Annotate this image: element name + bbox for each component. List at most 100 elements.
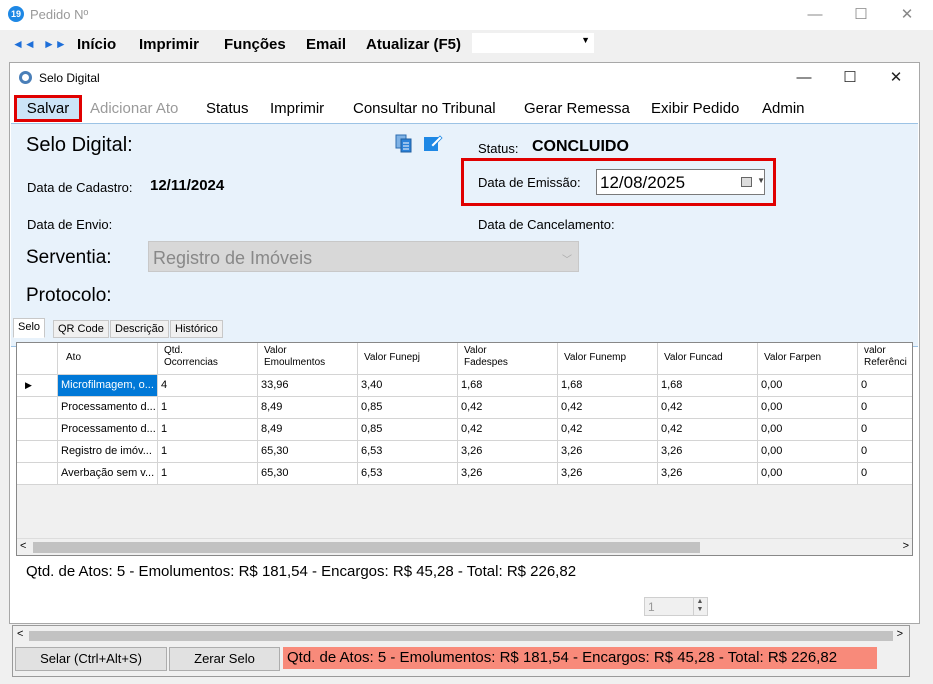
- menu-atualizar[interactable]: Atualizar (F5): [366, 36, 461, 53]
- scroll-left-icon[interactable]: <: [20, 540, 26, 552]
- page-spinner[interactable]: 1 ▲ ▼: [644, 597, 708, 616]
- grid-column-header[interactable]: Valor Farpen: [758, 343, 858, 375]
- tab-selo[interactable]: Selo: [13, 318, 46, 338]
- admin-menu[interactable]: Admin: [762, 100, 805, 117]
- serventia-select[interactable]: Registro de Imóveis ﹀: [148, 241, 579, 272]
- edit-icon[interactable]: [423, 133, 443, 153]
- row-header[interactable]: [17, 419, 58, 441]
- table-cell[interactable]: 0,00: [758, 419, 858, 441]
- selar-button[interactable]: Selar (Ctrl+Alt+S): [15, 647, 167, 671]
- nav-back-icon[interactable]: ◄◄: [12, 37, 36, 51]
- grid-horizontal-scrollbar[interactable]: < >: [17, 538, 912, 555]
- outer-combo[interactable]: ▼: [472, 33, 594, 53]
- outer-minimize-button[interactable]: —: [792, 0, 838, 30]
- table-cell[interactable]: 65,30: [258, 441, 358, 463]
- table-cell[interactable]: 0,42: [658, 419, 758, 441]
- table-cell[interactable]: 0,42: [558, 419, 658, 441]
- calendar-icon[interactable]: [741, 177, 752, 187]
- menu-imprimir[interactable]: Imprimir: [139, 36, 199, 53]
- table-cell[interactable]: Processamento d...: [58, 397, 158, 419]
- zerar-selo-button[interactable]: Zerar Selo: [169, 647, 280, 671]
- grid-column-header[interactable]: Valor Emoulmentos: [258, 343, 358, 375]
- table-cell[interactable]: 0,00: [758, 441, 858, 463]
- table-cell[interactable]: 3,26: [558, 463, 658, 485]
- grid-column-header[interactable]: Valor Fadespes: [458, 343, 558, 375]
- inner-close-button[interactable]: ✕: [873, 63, 919, 93]
- emissao-date-picker[interactable]: 12/08/2025 ▼: [596, 169, 765, 195]
- table-cell[interactable]: 0,42: [558, 397, 658, 419]
- table-cell[interactable]: 3,26: [658, 441, 758, 463]
- table-cell[interactable]: 1,68: [458, 375, 558, 397]
- row-header[interactable]: [17, 397, 58, 419]
- salvar-button[interactable]: Salvar: [14, 95, 82, 122]
- tab-descricao[interactable]: Descrição: [110, 320, 169, 338]
- table-cell[interactable]: Microfilmagem, o...: [58, 375, 158, 397]
- table-cell[interactable]: 1,68: [658, 375, 758, 397]
- row-header[interactable]: [17, 441, 58, 463]
- table-cell[interactable]: Processamento d...: [58, 419, 158, 441]
- tab-qr-code[interactable]: QR Code: [53, 320, 109, 338]
- inner-minimize-button[interactable]: —: [781, 63, 827, 93]
- inner-maximize-button[interactable]: ☐: [827, 63, 873, 93]
- row-header[interactable]: ▶: [17, 375, 58, 397]
- menu-funcoes[interactable]: Funções: [224, 36, 286, 53]
- table-cell[interactable]: 0: [858, 397, 912, 419]
- outer-maximize-button[interactable]: ☐: [838, 0, 884, 30]
- menu-email[interactable]: Email: [306, 36, 346, 53]
- grid-column-header[interactable]: Valor Funcad: [658, 343, 758, 375]
- table-cell[interactable]: 1,68: [558, 375, 658, 397]
- scroll-left-icon[interactable]: <: [17, 628, 23, 640]
- table-cell[interactable]: 0,00: [758, 375, 858, 397]
- table-cell[interactable]: 0: [858, 419, 912, 441]
- status-menu[interactable]: Status: [206, 100, 249, 117]
- table-cell[interactable]: 0,00: [758, 397, 858, 419]
- outer-close-button[interactable]: ✕: [884, 0, 930, 30]
- atos-grid[interactable]: Ato Qtd. Ocorrencias Valor Emoulmentos Valor …: [16, 342, 913, 556]
- table-cell[interactable]: 0,00: [758, 463, 858, 485]
- nav-forward-icon[interactable]: ►►: [43, 37, 67, 51]
- table-cell[interactable]: 0,42: [458, 397, 558, 419]
- table-cell[interactable]: 4: [158, 375, 258, 397]
- table-cell[interactable]: 65,30: [258, 463, 358, 485]
- table-cell[interactable]: 3,26: [458, 441, 558, 463]
- table-cell[interactable]: 0,85: [358, 419, 458, 441]
- spinner-up-down-icon[interactable]: ▲ ▼: [693, 598, 706, 615]
- consultar-tribunal-menu[interactable]: Consultar no Tribunal: [353, 100, 496, 117]
- adicionar-ato-button[interactable]: Adicionar Ato: [90, 100, 178, 117]
- scroll-thumb[interactable]: [29, 631, 893, 641]
- table-cell[interactable]: 3,26: [458, 463, 558, 485]
- tab-historico[interactable]: Histórico: [170, 320, 223, 338]
- table-cell[interactable]: 3,26: [658, 463, 758, 485]
- table-cell[interactable]: 1: [158, 463, 258, 485]
- grid-column-header[interactable]: Valor Funemp: [558, 343, 658, 375]
- grid-column-header[interactable]: Valor Funepj: [358, 343, 458, 375]
- table-cell[interactable]: 3,26: [558, 441, 658, 463]
- row-header[interactable]: [17, 463, 58, 485]
- gerar-remessa-menu[interactable]: Gerar Remessa: [524, 100, 630, 117]
- exibir-pedido-menu[interactable]: Exibir Pedido: [651, 100, 739, 117]
- table-cell[interactable]: 0,42: [658, 397, 758, 419]
- table-cell[interactable]: 8,49: [258, 419, 358, 441]
- outer-horizontal-scrollbar[interactable]: < >: [13, 627, 909, 644]
- imprimir-menu[interactable]: Imprimir: [270, 100, 324, 117]
- table-cell[interactable]: 6,53: [358, 463, 458, 485]
- grid-column-header[interactable]: valor Referênci: [858, 343, 912, 375]
- scroll-thumb[interactable]: [33, 542, 700, 553]
- grid-column-header[interactable]: Qtd. Ocorrencias: [158, 343, 258, 375]
- table-cell[interactable]: 0,42: [458, 419, 558, 441]
- table-cell[interactable]: 1: [158, 419, 258, 441]
- table-cell[interactable]: 1: [158, 441, 258, 463]
- table-cell[interactable]: 33,96: [258, 375, 358, 397]
- table-cell[interactable]: Registro de imóv...: [58, 441, 158, 463]
- table-cell[interactable]: 1: [158, 397, 258, 419]
- copy-icon[interactable]: [395, 134, 413, 154]
- table-cell[interactable]: 3,40: [358, 375, 458, 397]
- table-cell[interactable]: 8,49: [258, 397, 358, 419]
- scroll-right-icon[interactable]: >: [903, 540, 909, 552]
- table-cell[interactable]: 0: [858, 441, 912, 463]
- table-cell[interactable]: 0: [858, 463, 912, 485]
- table-cell[interactable]: 6,53: [358, 441, 458, 463]
- table-cell[interactable]: 0: [858, 375, 912, 397]
- table-cell[interactable]: Averbação sem v...: [58, 463, 158, 485]
- menu-inicio[interactable]: Início: [77, 36, 116, 53]
